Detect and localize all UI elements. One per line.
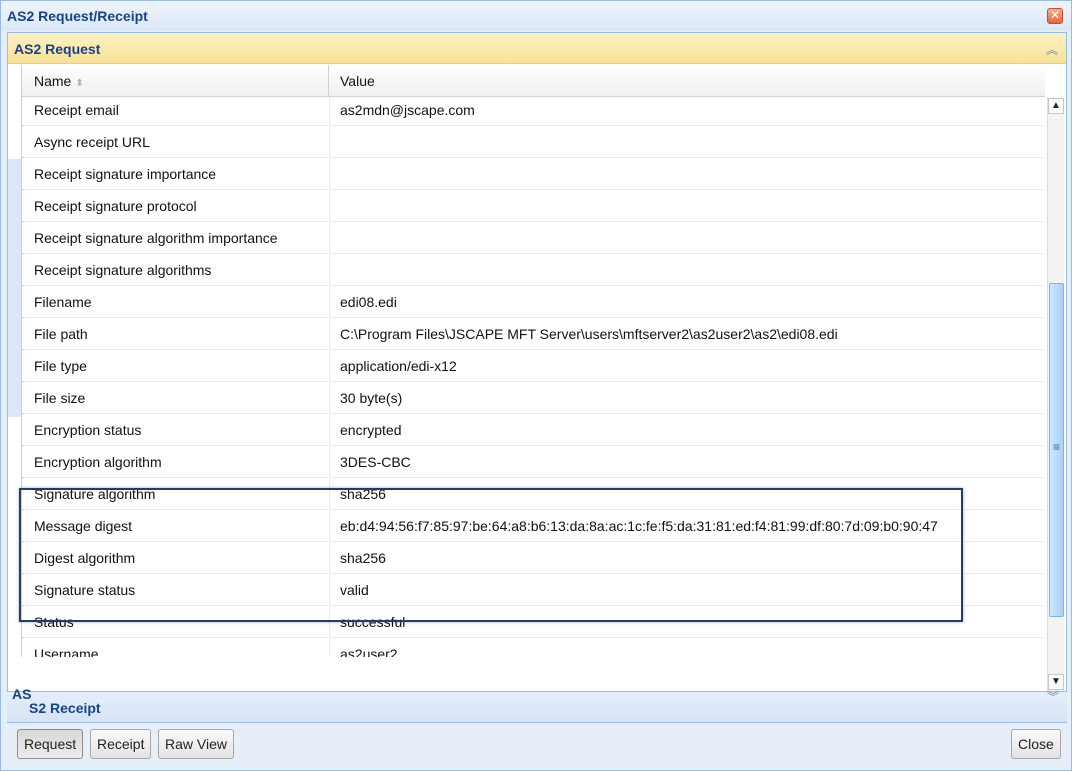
table-row[interactable]: Encryption status encrypted xyxy=(22,414,1045,446)
column-separator xyxy=(329,126,330,158)
row-value: eb:d4:94:56:f7:85:97:be:64:a8:b6:13:da:8… xyxy=(340,518,938,534)
column-separator xyxy=(329,190,330,222)
row-name: Receipt signature algorithm importance xyxy=(34,230,278,246)
column-separator xyxy=(329,414,330,446)
column-separator xyxy=(329,222,330,254)
column-header-value-label: Value xyxy=(340,73,375,89)
row-name: Digest algorithm xyxy=(34,550,136,566)
row-name: Receipt signature importance xyxy=(34,166,217,182)
column-separator xyxy=(329,318,330,350)
request-button[interactable]: Request xyxy=(17,729,84,759)
row-name: File type xyxy=(34,358,87,374)
window-close-icon[interactable]: ✕ xyxy=(1047,8,1063,24)
row-value: C:\Program Files\JSCAPE MFT Server\users… xyxy=(340,326,838,342)
row-value: 3DES-CBC xyxy=(340,454,411,470)
row-name: Message digest xyxy=(34,518,133,534)
as2-receipt-panel-header[interactable]: AS S2 Receipt ︾ xyxy=(7,686,1067,723)
row-name: Encryption status xyxy=(34,422,142,438)
row-name: Signature algorithm xyxy=(34,486,156,502)
row-name: Signature status xyxy=(34,582,136,598)
column-separator xyxy=(329,158,330,190)
receipt-button[interactable]: Receipt xyxy=(90,729,152,759)
sort-icon: ⬍ xyxy=(75,78,84,89)
row-name: Receipt signature protocol xyxy=(34,198,197,214)
panel-left-band xyxy=(8,159,21,417)
row-name: Filename xyxy=(34,294,92,310)
grid-header: Name ⬍ Value xyxy=(21,65,1045,97)
row-value: edi08.edi xyxy=(340,294,397,310)
window-title: AS2 Request/Receipt xyxy=(7,8,148,24)
table-row[interactable]: File size 30 byte(s) xyxy=(22,382,1045,414)
table-row[interactable]: Signature status valid xyxy=(22,574,1045,606)
table-row[interactable]: Async receipt URL xyxy=(22,126,1045,158)
column-separator xyxy=(329,510,330,542)
column-separator xyxy=(329,542,330,574)
row-value: sha256 xyxy=(340,550,386,566)
scroll-grip-icon: ≡ xyxy=(1053,440,1061,454)
table-row[interactable]: Digest algorithm sha256 xyxy=(22,542,1045,574)
table-row[interactable]: Encryption algorithm 3DES-CBC xyxy=(22,446,1045,478)
column-separator xyxy=(329,286,330,318)
row-name: Status xyxy=(34,614,74,630)
row-name: File size xyxy=(34,390,86,406)
table-row[interactable]: Message digest eb:d4:94:56:f7:85:97:be:64… xyxy=(22,510,1045,542)
table-row[interactable]: Signature algorithm sha256 xyxy=(22,478,1045,510)
close-button[interactable]: Close xyxy=(1011,729,1061,759)
row-value: application/edi-x12 xyxy=(340,358,457,374)
scroll-thumb[interactable]: ≡ xyxy=(1049,283,1064,617)
table-row[interactable]: Receipt signature importance xyxy=(22,158,1045,190)
row-name: Receipt email xyxy=(34,102,119,118)
row-value: encrypted xyxy=(340,422,402,438)
column-header-name[interactable]: Name ⬍ xyxy=(22,65,329,96)
table-row[interactable]: Status successful xyxy=(22,606,1045,638)
column-separator xyxy=(329,606,330,638)
window-titlebar: AS2 Request/Receipt ✕ xyxy=(1,1,1071,31)
row-value: 30 byte(s) xyxy=(340,390,403,406)
column-separator xyxy=(329,446,330,478)
table-row[interactable]: Receipt signature algorithms xyxy=(22,254,1045,286)
row-name: File path xyxy=(34,326,88,342)
column-header-value[interactable]: Value xyxy=(329,65,375,96)
as2-request-panel-title: AS2 Request xyxy=(14,41,101,57)
row-name: Receipt signature algorithms xyxy=(34,262,212,278)
collapse-icon[interactable]: ︽ xyxy=(1046,41,1058,58)
raw-view-button[interactable]: Raw View xyxy=(158,729,234,759)
row-value: sha256 xyxy=(340,486,386,502)
grid-rows: Receipt email as2mdn@jscape.com Async rece… xyxy=(22,94,1045,657)
scroll-up-icon[interactable]: ▲ xyxy=(1048,98,1064,114)
column-separator xyxy=(329,382,330,414)
row-name: Username xyxy=(34,646,99,657)
row-value: as2mdn@jscape.com xyxy=(340,102,475,118)
column-separator xyxy=(329,638,330,657)
column-separator xyxy=(329,94,330,126)
column-separator xyxy=(329,254,330,286)
table-row[interactable]: File type application/edi-x12 xyxy=(22,350,1045,382)
table-row[interactable]: Filename edi08.edi xyxy=(22,286,1045,318)
table-row[interactable]: File path C:\Program Files\JSCAPE MFT Ser… xyxy=(22,318,1045,350)
as2-request-panel-header[interactable]: AS2 Request ︽ xyxy=(8,33,1066,64)
column-header-name-label: Name xyxy=(34,73,72,89)
column-separator xyxy=(329,350,330,382)
row-value: successful xyxy=(340,614,406,630)
column-separator xyxy=(329,478,330,510)
table-row[interactable]: Username as2user2 xyxy=(22,638,1045,657)
row-name: Async receipt URL xyxy=(34,134,150,150)
properties-grid: Receipt email as2mdn@jscape.com Async rece… xyxy=(21,65,1045,657)
row-value: as2user2 xyxy=(340,646,398,657)
grid-scrollbar[interactable]: ▲ ≡ ▼ xyxy=(1047,97,1064,691)
table-row[interactable]: Receipt signature protocol xyxy=(22,190,1045,222)
row-value: valid xyxy=(340,582,369,598)
expand-icon[interactable]: ︾ xyxy=(1047,688,1059,705)
column-separator xyxy=(329,574,330,606)
as2-request-receipt-window: AS2 Request/Receipt ✕ AS2 Request ︽ Rece… xyxy=(0,0,1072,771)
table-row[interactable]: Receipt email as2mdn@jscape.com xyxy=(22,94,1045,126)
row-name: Encryption algorithm xyxy=(34,454,162,470)
table-row[interactable]: Receipt signature algorithm importance xyxy=(22,222,1045,254)
as2-receipt-panel-title: S2 Receipt xyxy=(29,700,101,716)
